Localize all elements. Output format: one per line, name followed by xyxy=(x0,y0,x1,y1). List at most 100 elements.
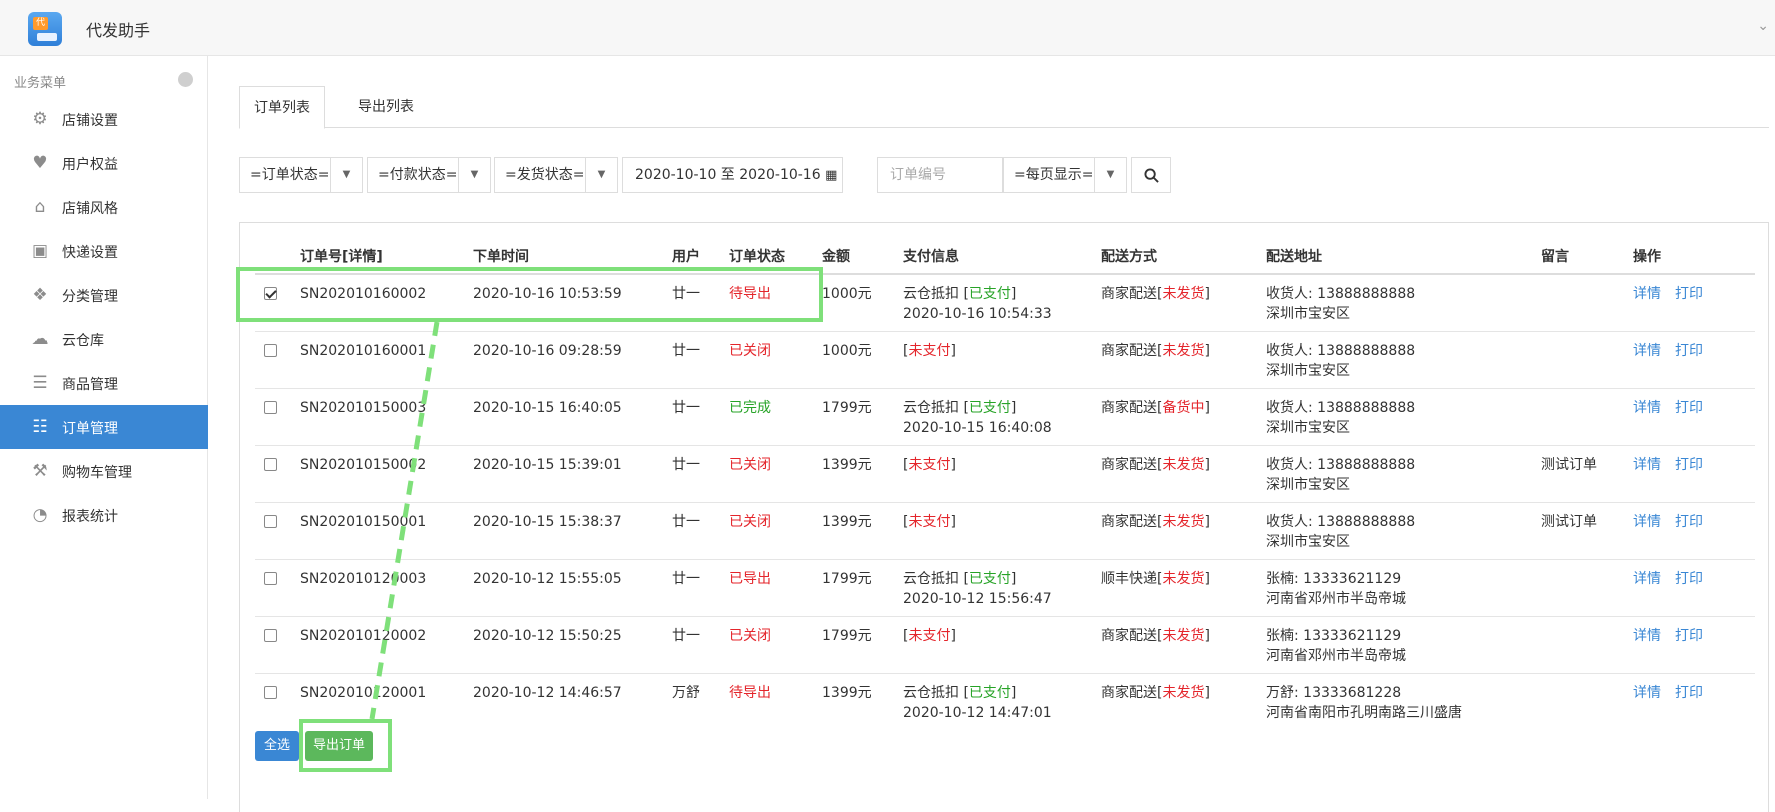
sidebar-item[interactable]: ◔ 报表统计 xyxy=(0,493,208,537)
order-status: 已关闭 xyxy=(729,502,822,560)
tab-order-list[interactable]: 订单列表 xyxy=(239,86,325,129)
calendar-icon: ▦ xyxy=(825,168,838,183)
detail-link[interactable]: 详情 xyxy=(1633,628,1661,644)
order-status: 待导出 xyxy=(729,274,822,332)
order-no[interactable]: SN202010120002 xyxy=(300,616,473,674)
order-table: 订单号[详情] 下单时间 用户 订单状态 金额 支付信息 配送方式 配送地址 留… xyxy=(255,238,1755,730)
sidebar-item[interactable]: ☰ 商品管理 xyxy=(0,361,208,405)
order-no[interactable]: SN202010160002 xyxy=(300,274,473,332)
order-no[interactable]: SN202010120001 xyxy=(300,673,473,730)
order-no[interactable]: SN202010150001 xyxy=(300,502,473,560)
row-checkbox[interactable] xyxy=(264,685,277,699)
pay-info: [未支付] xyxy=(903,445,1101,503)
row-select-cell xyxy=(255,616,300,674)
pay-bracket: ] xyxy=(950,627,956,644)
address: 深圳市宝安区 xyxy=(1266,533,1350,550)
ship-address: 收货人: 13888888888 深圳市宝安区 xyxy=(1266,388,1541,446)
select-all-button[interactable]: 全选 xyxy=(255,731,299,761)
row-checkbox[interactable] xyxy=(264,514,277,528)
gear-icon: ⚙ xyxy=(32,109,48,129)
print-link[interactable]: 打印 xyxy=(1675,400,1703,416)
order-status-select[interactable]: =订单状态= ▼ xyxy=(239,157,363,193)
table-row: SN202010120003 2020-10-12 15:55:05 廿一 已导出 17… xyxy=(255,559,1755,617)
row-checkbox[interactable] xyxy=(264,343,277,357)
export-orders-button[interactable]: 导出订单 xyxy=(305,731,373,761)
ship-status-select[interactable]: =发货状态= ▼ xyxy=(494,157,618,193)
order-time: 2020-10-15 16:40:05 xyxy=(473,388,672,446)
print-link[interactable]: 打印 xyxy=(1675,571,1703,587)
ship-address: 收货人: 13888888888 深圳市宝安区 xyxy=(1266,331,1541,389)
date-range-value: 2020-10-10 至 2020-10-16 xyxy=(635,167,821,183)
row-checkbox[interactable] xyxy=(264,628,277,642)
search-button[interactable] xyxy=(1131,157,1171,193)
sidebar-item[interactable]: ⌂ 店铺风格 xyxy=(0,185,208,229)
order-status: 已导出 xyxy=(729,559,822,617)
order-no[interactable]: SN202010160001 xyxy=(300,331,473,389)
grid-icon: ❖ xyxy=(32,285,48,305)
sidebar-item[interactable]: ⚙ 店铺设置 xyxy=(0,97,208,141)
sidebar-item[interactable]: ♥ 用户权益 xyxy=(0,141,208,185)
col-header: 配送地址 xyxy=(1266,238,1541,275)
col-header: 金额 xyxy=(822,238,903,275)
detail-link[interactable]: 详情 xyxy=(1633,514,1661,530)
print-link[interactable]: 打印 xyxy=(1675,457,1703,473)
order-amount: 1399元 xyxy=(822,445,903,503)
order-user: 廿一 xyxy=(672,331,729,389)
ship-bracket: ] xyxy=(1204,399,1210,416)
receiver: 万舒: 13333681228 xyxy=(1266,684,1402,701)
order-no-input[interactable]: 订单编号 xyxy=(877,157,1003,193)
sidebar-item[interactable]: ⚒ 购物车管理 xyxy=(0,449,208,493)
cloud-icon: ☁ xyxy=(31,329,49,349)
order-note xyxy=(1541,274,1633,332)
pay-status-tag: 已支付 xyxy=(968,570,1011,587)
detail-link[interactable]: 详情 xyxy=(1633,400,1661,416)
detail-link[interactable]: 详情 xyxy=(1633,343,1661,359)
print-link[interactable]: 打印 xyxy=(1675,628,1703,644)
detail-link[interactable]: 详情 xyxy=(1633,685,1661,701)
address: 深圳市宝安区 xyxy=(1266,362,1350,379)
pay-status-select[interactable]: =付款状态= ▼ xyxy=(367,157,491,193)
sidebar-item[interactable]: ▣ 快递设置 xyxy=(0,229,208,273)
tab-export-list[interactable]: 导出列表 xyxy=(344,86,428,128)
sidebar-item-label: 报表统计 xyxy=(62,509,118,525)
row-checkbox[interactable] xyxy=(264,287,277,300)
print-link[interactable]: 打印 xyxy=(1675,514,1703,530)
row-checkbox[interactable] xyxy=(264,457,277,471)
order-time: 2020-10-12 15:50:25 xyxy=(473,616,672,674)
sidebar-collapse-icon[interactable] xyxy=(178,72,193,87)
col-header[interactable]: 订单号[详情] xyxy=(300,238,473,275)
date-range-input[interactable]: 2020-10-10 至 2020-10-16 ▦ xyxy=(622,157,843,193)
pay-status-tag: 已支付 xyxy=(968,684,1011,701)
order-no[interactable]: SN202010150003 xyxy=(300,388,473,446)
order-user: 廿一 xyxy=(672,616,729,674)
per-page-select[interactable]: =每页显示= ▼ xyxy=(1003,157,1127,193)
print-link[interactable]: 打印 xyxy=(1675,685,1703,701)
sidebar-item[interactable]: ❖ 分类管理 xyxy=(0,273,208,317)
order-note xyxy=(1541,673,1633,730)
sidebar-item-label: 店铺风格 xyxy=(62,201,118,217)
print-link[interactable]: 打印 xyxy=(1675,343,1703,359)
detail-link[interactable]: 详情 xyxy=(1633,457,1661,473)
chevron-down-icon[interactable]: ⌄ xyxy=(1757,18,1769,34)
order-no[interactable]: SN202010120003 xyxy=(300,559,473,617)
sidebar-item[interactable]: ☁ 云仓库 xyxy=(0,317,208,361)
row-select-cell xyxy=(255,445,300,503)
order-no[interactable]: SN202010150002 xyxy=(300,445,473,503)
order-user: 万舒 xyxy=(672,684,700,701)
ship-bracket: ] xyxy=(1204,456,1210,473)
detail-link[interactable]: 详情 xyxy=(1633,286,1661,302)
ship-method-label: 商家配送[ xyxy=(1101,684,1163,701)
detail-link[interactable]: 详情 xyxy=(1633,571,1661,587)
order-actions: 详情 打印 xyxy=(1633,331,1755,389)
print-link[interactable]: 打印 xyxy=(1675,286,1703,302)
ship-status-tag: 未发货 xyxy=(1162,570,1205,587)
order-no-placeholder: 订单编号 xyxy=(890,167,946,183)
sidebar-item[interactable]: ☷ 订单管理 xyxy=(0,405,208,449)
caret-down-icon: ▼ xyxy=(458,158,490,192)
row-select-cell xyxy=(255,331,300,389)
row-checkbox[interactable] xyxy=(264,400,277,414)
pay-info: [未支付] xyxy=(903,616,1101,674)
row-checkbox[interactable] xyxy=(264,571,277,585)
pay-bracket: ] xyxy=(1010,399,1017,416)
row-select-cell xyxy=(255,673,300,730)
